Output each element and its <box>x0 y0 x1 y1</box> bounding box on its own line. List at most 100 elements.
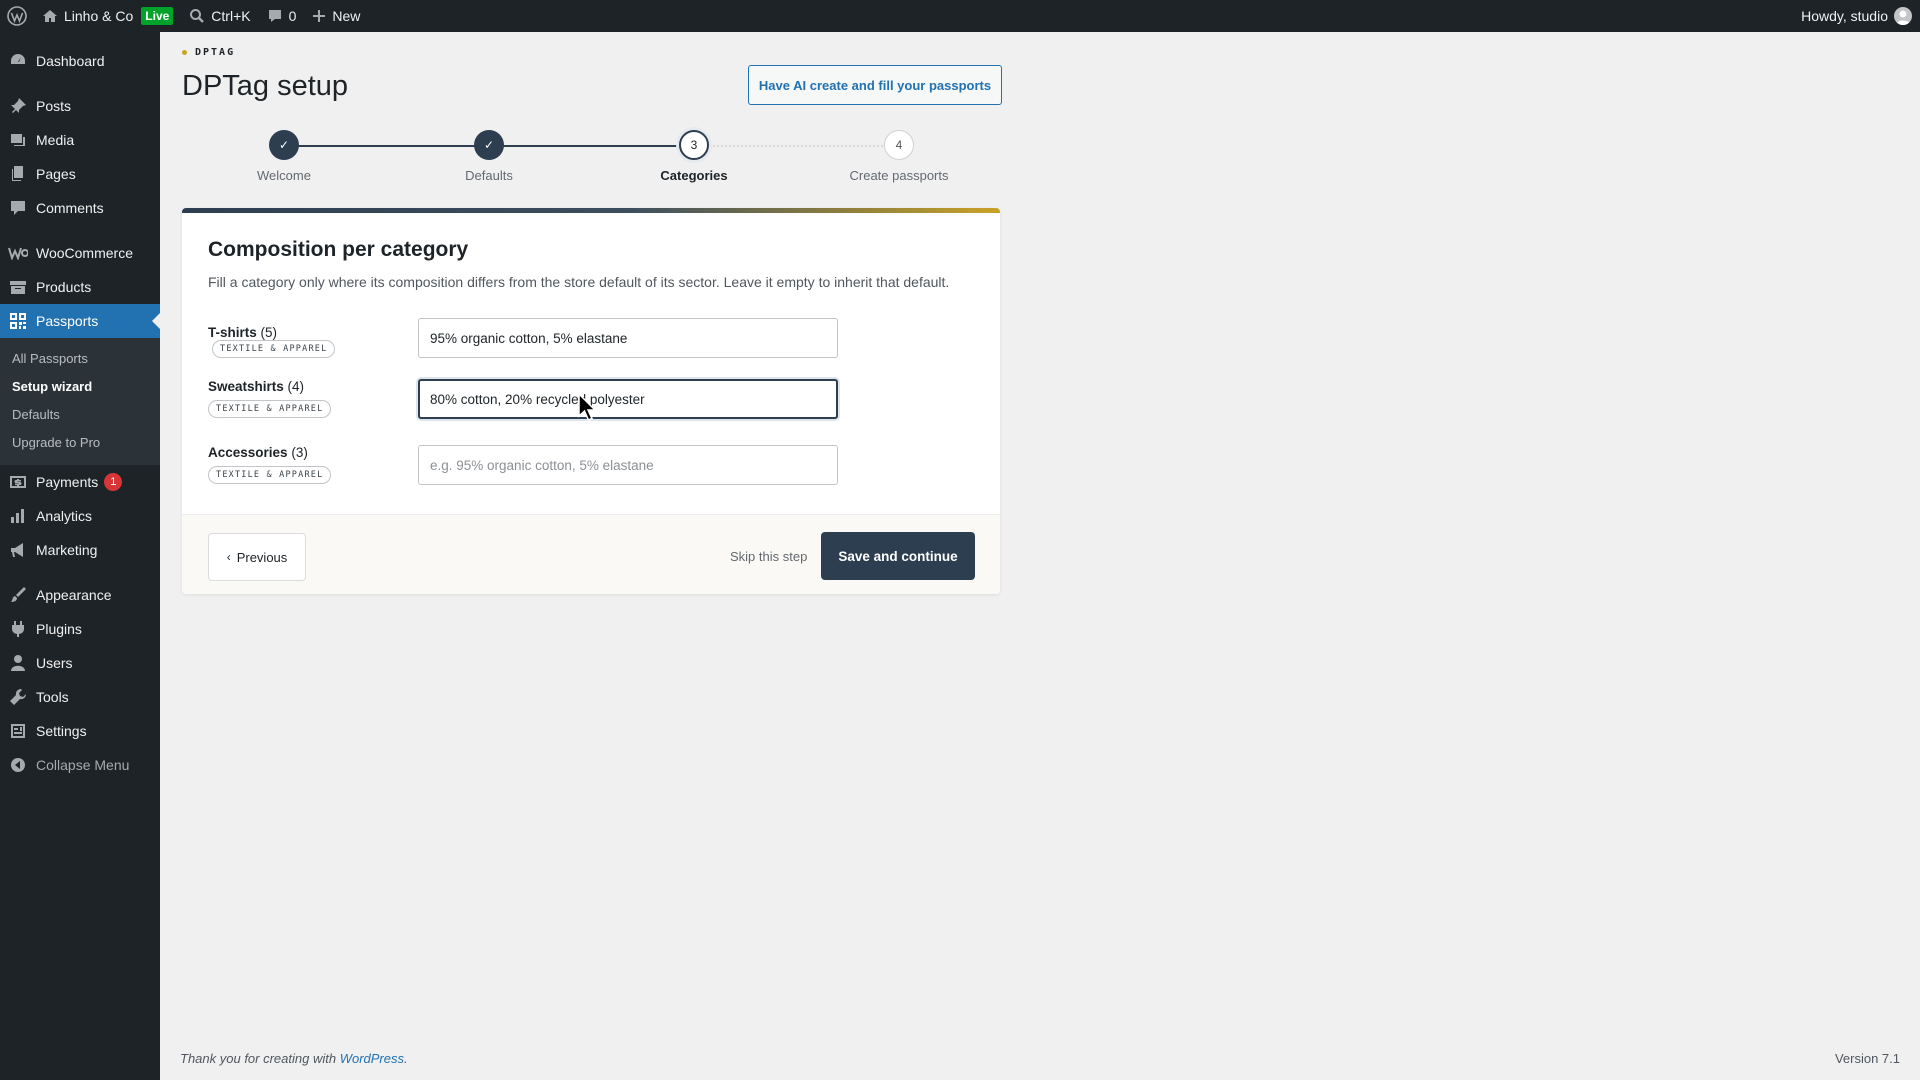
command-palette-button[interactable]: Ctrl+K <box>181 0 258 32</box>
sidebar-item-label: Media <box>36 132 75 148</box>
archive-icon <box>8 277 28 297</box>
sidebar-item-media[interactable]: Media <box>0 123 160 157</box>
sidebar-item-passports[interactable]: Passports <box>0 304 160 338</box>
comments-count: 0 <box>288 8 297 24</box>
new-content-link[interactable]: New <box>304 0 368 32</box>
step-welcome[interactable]: ✓ Welcome <box>204 130 364 183</box>
qr-icon <box>8 311 28 331</box>
sector-pill: TEXTILE & APPAREL <box>208 400 332 418</box>
sidebar-item-posts[interactable]: Posts <box>0 89 160 123</box>
previous-button[interactable]: ‹ Previous <box>208 533 306 581</box>
wordpress-link[interactable]: WordPress <box>340 1051 404 1066</box>
passports-submenu: All Passports Setup wizard Defaults Upgr… <box>0 338 160 465</box>
sidebar-item-comments[interactable]: Comments <box>0 191 160 225</box>
sidebar-item-label: WooCommerce <box>36 245 133 261</box>
footer-thanks: Thank you for creating with WordPress. <box>180 1051 408 1066</box>
comment-icon <box>8 198 28 218</box>
pages-icon <box>8 164 28 184</box>
sweatshirts-composition-input[interactable] <box>418 379 838 419</box>
eyebrow-dot <box>182 50 187 55</box>
sector-pill: TEXTILE & APPAREL <box>212 340 336 358</box>
sidebar-item-label: Appearance <box>36 587 112 603</box>
submenu-all-passports[interactable]: All Passports <box>0 345 160 373</box>
previous-label: Previous <box>236 549 288 565</box>
sidebar-item-label: Passports <box>36 313 99 329</box>
sidebar-item-label: Payments <box>36 474 99 490</box>
wizard-stepper: ✓ Welcome ✓ Defaults 3 Categories 4 Crea… <box>182 130 1000 190</box>
sidebar-item-tools[interactable]: Tools <box>0 680 160 714</box>
save-and-continue-button[interactable]: Save and continue <box>821 532 975 580</box>
sidebar-item-label: Plugins <box>36 621 82 637</box>
dollar-icon <box>8 472 28 492</box>
step-label: Defaults <box>465 168 513 183</box>
sidebar-item-pages[interactable]: Pages <box>0 157 160 191</box>
footer-thanks-suffix: . <box>404 1051 408 1066</box>
megaphone-icon <box>8 540 28 560</box>
sidebar-item-label: Users <box>36 655 73 671</box>
wordpress-logo-icon[interactable] <box>0 0 34 32</box>
comments-link[interactable]: 0 <box>259 0 305 32</box>
site-name: Linho & Co <box>64 8 134 24</box>
sidebar-item-analytics[interactable]: Analytics <box>0 499 160 533</box>
sidebar-item-appearance[interactable]: Appearance <box>0 578 160 612</box>
page-title: DPTag setup <box>182 70 349 102</box>
ai-create-passports-button[interactable]: Have AI create and fill your passports <box>748 65 1002 105</box>
category-count: (5) <box>260 325 278 340</box>
category-name: Accessories <box>208 445 288 460</box>
sidebar-item-woocommerce[interactable]: WooCommerce <box>0 236 160 270</box>
payments-badge: 1 <box>104 473 123 491</box>
footer-version: Version 7.1 <box>1834 1051 1900 1066</box>
category-name: T-shirts <box>208 325 257 340</box>
submenu-upgrade-to-pro[interactable]: Upgrade to Pro <box>0 429 160 457</box>
plus-icon <box>312 9 326 23</box>
category-label: T-shirts (5) TEXTILE & APPAREL <box>208 325 408 358</box>
wrench-icon <box>8 687 28 707</box>
step-label: Create passports <box>849 168 949 183</box>
sidebar-item-label: Marketing <box>36 542 98 558</box>
category-count: (3) <box>291 445 308 460</box>
my-account-link[interactable]: Howdy, studio <box>1793 0 1920 32</box>
sidebar-item-label: Posts <box>36 98 72 114</box>
sidebar-item-label: Analytics <box>36 508 93 524</box>
chevron-left-icon: ‹ <box>226 550 231 564</box>
sidebar-item-users[interactable]: Users <box>0 646 160 680</box>
step-label: Categories <box>660 168 728 183</box>
woo-icon <box>8 243 28 263</box>
sidebar-item-products[interactable]: Products <box>0 270 160 304</box>
sidebar-item-payments[interactable]: Payments 1 <box>0 465 160 499</box>
step-number: 3 <box>679 130 709 160</box>
user-icon <box>8 653 28 673</box>
collapse-icon <box>8 755 28 775</box>
plugin-eyebrow: DPTAG <box>182 47 235 58</box>
tshirts-composition-input[interactable] <box>418 318 838 358</box>
home-icon <box>42 8 58 24</box>
sidebar-item-dashboard[interactable]: Dashboard <box>0 44 160 78</box>
settings-icon <box>8 721 28 741</box>
sidebar-item-marketing[interactable]: Marketing <box>0 533 160 567</box>
site-name-link[interactable]: Linho & Co Live <box>34 0 181 32</box>
comment-icon <box>267 8 283 24</box>
sidebar-item-settings[interactable]: Settings <box>0 714 160 748</box>
skip-step-link[interactable]: Skip this step <box>730 549 807 564</box>
sidebar-item-label: Comments <box>36 200 104 216</box>
accessories-composition-input[interactable] <box>418 445 838 485</box>
sidebar-item-label: Collapse Menu <box>36 757 130 773</box>
sidebar-item-plugins[interactable]: Plugins <box>0 612 160 646</box>
step-categories[interactable]: 3 Categories <box>614 130 774 183</box>
collapse-menu-button[interactable]: Collapse Menu <box>0 748 160 782</box>
media-icon <box>8 130 28 150</box>
submenu-defaults[interactable]: Defaults <box>0 401 160 429</box>
step-defaults[interactable]: ✓ Defaults <box>409 130 569 183</box>
check-icon: ✓ <box>269 130 299 160</box>
pin-icon <box>8 96 28 116</box>
card-footer: ‹ Previous Skip this step Save and conti… <box>182 514 1000 594</box>
submenu-setup-wizard[interactable]: Setup wizard <box>0 373 160 401</box>
sidebar-item-label: Pages <box>36 166 76 182</box>
live-badge: Live <box>141 7 174 25</box>
search-icon <box>189 8 205 24</box>
eyebrow-text: DPTAG <box>195 47 236 58</box>
avatar <box>1894 7 1912 25</box>
step-create-passports[interactable]: 4 Create passports <box>819 130 979 183</box>
sidebar-item-label: Dashboard <box>36 53 105 69</box>
category-count: (4) <box>287 379 305 394</box>
